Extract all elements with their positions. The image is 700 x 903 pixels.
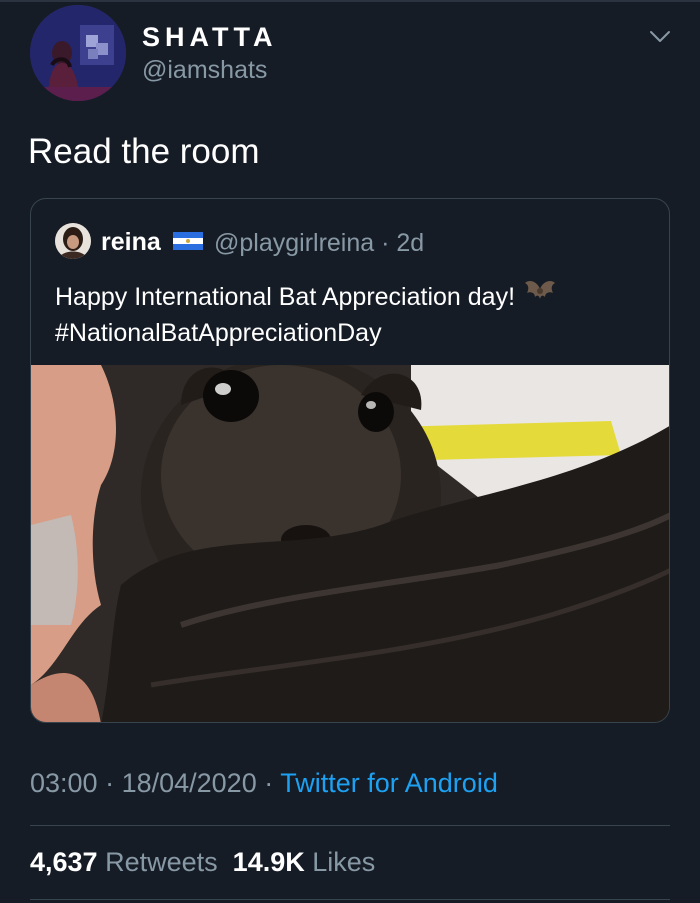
- likes-stat[interactable]: 14.9K Likes: [233, 847, 376, 877]
- flag-el-salvador-icon: [173, 232, 203, 250]
- quoted-tweet-card[interactable]: reina @playgirlreina · 2d Happy Internat…: [30, 198, 670, 723]
- likes-label: Likes: [312, 847, 376, 877]
- bat-icon: [525, 281, 556, 299]
- retweets-stat[interactable]: 4,637 Retweets: [30, 847, 218, 877]
- quoted-tweet-image[interactable]: [31, 365, 669, 722]
- divider: [30, 825, 670, 826]
- likes-count: 14.9K: [232, 847, 305, 877]
- meta-separator: ·: [97, 768, 122, 798]
- quoted-author-avatar[interactable]: [55, 223, 91, 259]
- meta-separator: ·: [256, 768, 281, 798]
- retweets-count: 4,637: [30, 847, 98, 877]
- top-divider: [0, 0, 700, 2]
- quoted-tweet-line1: Happy International Bat Appreciation day…: [55, 283, 516, 311]
- tweet-text: Read the room: [28, 132, 260, 171]
- quoted-author-name[interactable]: reina: [101, 228, 161, 257]
- profile-photo-icon: [55, 223, 91, 259]
- tweet-metadata: 03:00 · 18/04/2020 · Twitter for Android: [30, 768, 498, 799]
- tweet-source-link[interactable]: Twitter for Android: [280, 768, 498, 798]
- retweets-label: Retweets: [105, 847, 218, 877]
- author-handle[interactable]: @iamshats: [142, 56, 267, 85]
- chevron-down-icon[interactable]: [648, 24, 672, 48]
- tweet-date[interactable]: 18/04/2020: [122, 768, 257, 798]
- tweet-stats: 4,637 Retweets 14.9K Likes: [30, 847, 375, 878]
- divider: [30, 899, 670, 900]
- quoted-author-handle-time[interactable]: @playgirlreina · 2d: [214, 229, 424, 258]
- quoted-tweet-text: Happy International Bat Appreciation day…: [55, 277, 655, 351]
- author-display-name[interactable]: SHATTA: [142, 22, 277, 53]
- bat-photo-icon: [31, 365, 669, 722]
- hashtag-link[interactable]: #NationalBatAppreciationDay: [55, 319, 382, 347]
- profile-photo-icon: [30, 5, 126, 101]
- author-avatar[interactable]: [30, 5, 126, 101]
- tweet-time[interactable]: 03:00: [30, 768, 98, 798]
